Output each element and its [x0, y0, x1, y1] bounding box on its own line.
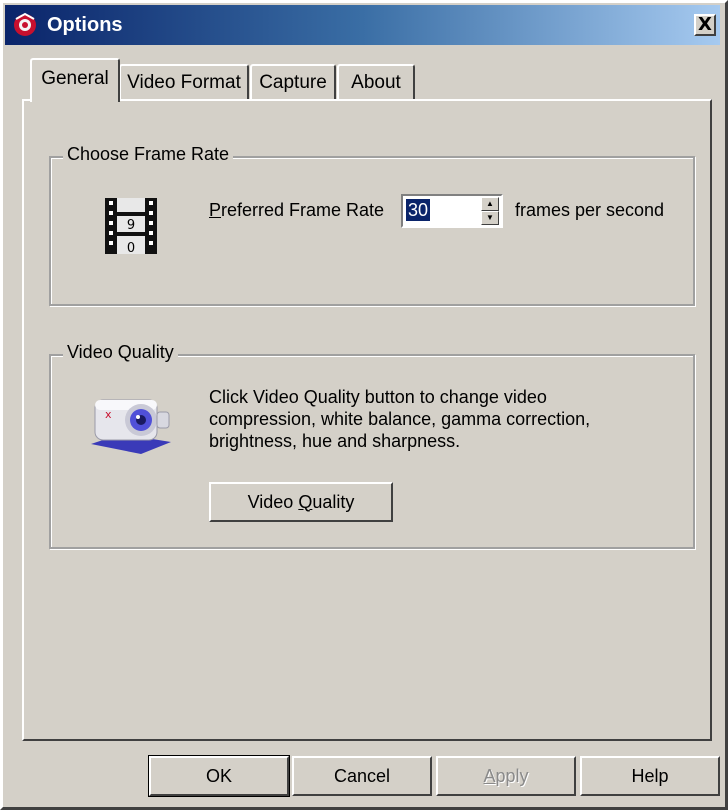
- ok-button[interactable]: OK: [148, 755, 290, 797]
- close-icon: X: [698, 14, 712, 35]
- video-quality-description: Click Video Quality button to change vid…: [209, 386, 590, 452]
- apply-button[interactable]: Apply: [436, 756, 576, 796]
- video-quality-button-label: Video Quality: [247, 491, 355, 512]
- preferred-frame-rate-label: Preferred Frame Rate: [209, 200, 385, 220]
- svg-text:0: 0: [127, 241, 135, 256]
- description-line: compression, white balance, gamma correc…: [209, 409, 591, 429]
- cancel-button[interactable]: Cancel: [292, 756, 432, 796]
- video-quality-button[interactable]: Video Quality: [209, 482, 393, 522]
- spin-up-icon: ▲: [486, 199, 494, 208]
- spin-down-button[interactable]: ▼: [481, 211, 499, 225]
- tab-about[interactable]: About: [337, 64, 415, 100]
- app-icon: [14, 12, 36, 36]
- frame-rate-input[interactable]: 30: [406, 199, 431, 221]
- frame-rate-group: Choose Frame Rate 9 0 Preferred Frame Ra…: [49, 144, 695, 306]
- svg-text:x: x: [105, 408, 112, 421]
- window-title: Options: [47, 13, 123, 36]
- close-button[interactable]: X: [694, 14, 716, 36]
- tab-about-label: About: [351, 72, 401, 93]
- spin-down-icon: ▼: [486, 213, 494, 222]
- video-quality-group: Video Quality x Click Video Quality butt…: [49, 342, 695, 549]
- svg-text:9: 9: [127, 218, 135, 233]
- general-tab-panel: Choose Frame Rate 9 0 Preferred Frame Ra…: [22, 99, 712, 741]
- tab-video-format[interactable]: Video Format: [119, 64, 249, 100]
- frames-per-second-label: frames per second: [515, 200, 665, 220]
- description-line: brightness, hue and sharpness.: [209, 431, 461, 451]
- tab-general[interactable]: General: [30, 58, 120, 102]
- title-bar[interactable]: Options X: [5, 5, 720, 45]
- video-quality-group-title: Video Quality: [63, 342, 178, 363]
- ok-button-label: OK: [205, 765, 232, 786]
- tab-capture[interactable]: Capture: [250, 64, 336, 100]
- tab-capture-label: Capture: [259, 72, 327, 93]
- film-strip-icon: 9 0: [105, 198, 157, 256]
- help-button[interactable]: Help: [580, 756, 720, 796]
- description-line: Click Video Quality button to change vid…: [209, 387, 547, 407]
- webcam-icon: x: [91, 399, 171, 454]
- tab-video-format-label: Video Format: [127, 72, 241, 93]
- frame-rate-group-title: Choose Frame Rate: [63, 144, 234, 165]
- frame-rate-spinner[interactable]: 30 ▲ ▼: [401, 194, 503, 228]
- spin-up-button[interactable]: ▲: [481, 197, 499, 211]
- help-button-label: Help: [631, 765, 669, 786]
- apply-button-label: Apply: [483, 765, 529, 786]
- cancel-button-label: Cancel: [333, 765, 391, 786]
- tab-general-label: General: [41, 68, 109, 89]
